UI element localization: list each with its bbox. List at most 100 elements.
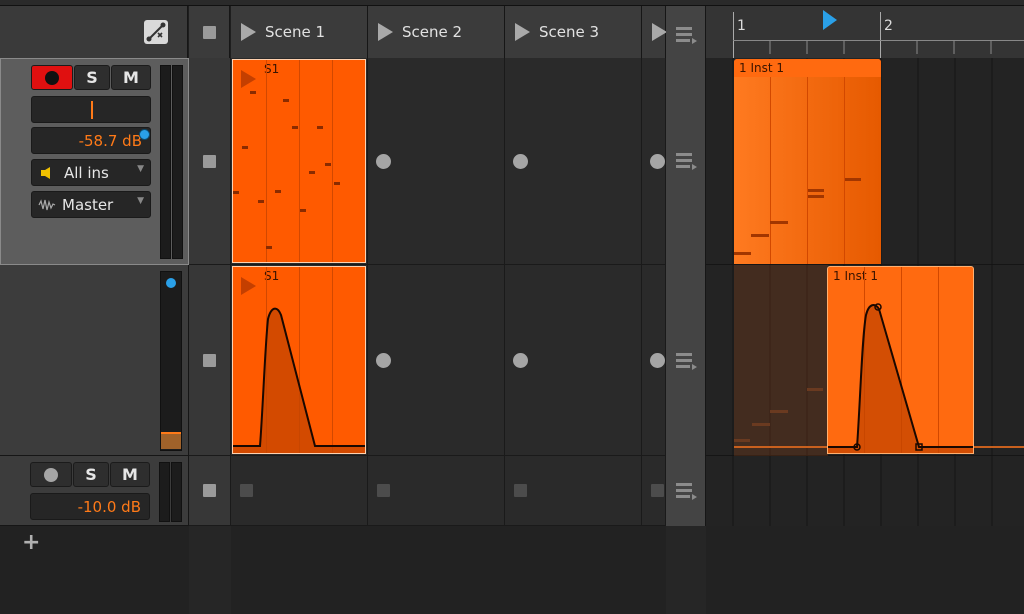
output-label: Master [62,195,114,214]
record-slot-icon[interactable] [650,154,665,169]
launcher-clip-notes[interactable]: S1 [232,59,366,263]
clip-slot[interactable] [368,456,505,526]
ghost-note [752,423,770,426]
midi-note [233,191,239,194]
ruler-ticks [769,40,992,54]
midi-note [275,190,281,193]
scene-label: Scene 3 [539,23,600,41]
clip-name: 1 Inst 1 [739,61,784,75]
stop-all-icon[interactable] [203,26,216,39]
list-icon[interactable] [676,26,698,44]
stop-icon[interactable] [203,155,216,168]
solo-button[interactable]: S [73,462,109,487]
record-arm-button[interactable] [31,65,73,90]
record-arm-button[interactable] [30,462,72,487]
clip-slot[interactable] [642,265,666,456]
clip-slot[interactable] [642,456,666,526]
midi-note [266,246,272,249]
stop-cell[interactable] [189,58,231,265]
clip-slot[interactable] [505,456,642,526]
vu-meter-left [159,462,170,522]
empty-slot-icon[interactable] [377,484,390,497]
scene-header-1[interactable]: Scene 1 [231,6,368,58]
record-slot-icon[interactable] [513,154,528,169]
mute-button[interactable]: M [111,65,151,90]
add-track-button[interactable]: + [22,530,40,555]
ghost-clip [734,265,828,456]
stop-icon[interactable] [203,354,216,367]
track-header-corner [0,6,188,58]
stop-cell[interactable] [189,456,231,526]
record-slot-icon[interactable] [650,353,665,368]
arranger-clip-notes[interactable]: 1 Inst 1 [734,59,881,264]
midi-note [242,146,248,149]
play-icon[interactable] [652,23,667,41]
speaker-icon [41,166,50,179]
mixer-column-empty [666,526,706,614]
play-icon[interactable] [378,23,393,41]
beat-line [266,60,267,262]
solo-button[interactable]: S [74,65,110,90]
empty-slot-icon[interactable] [240,484,253,497]
arranger-ruler[interactable]: 1 2 [706,6,1024,58]
output-selector[interactable]: Master ▼ [31,191,151,218]
clip-slot[interactable] [642,58,666,265]
scene-header-3[interactable]: Scene 3 [505,6,642,58]
input-label: All ins [64,163,109,182]
beat-line [332,60,333,262]
clip-slot[interactable] [505,265,642,456]
graph-icon[interactable] [144,20,168,44]
pan-slider[interactable] [31,96,151,123]
record-slot-icon[interactable] [376,353,391,368]
midi-note [325,163,331,166]
record-icon [45,70,59,85]
playhead-marker-icon[interactable] [823,10,837,30]
fader-meter[interactable] [160,271,182,451]
beat-line [844,77,845,264]
record-slot-icon[interactable] [376,154,391,169]
stop-icon[interactable] [203,484,216,497]
midi-note [258,200,264,203]
chevron-down-icon: ▼ [137,196,144,206]
play-icon[interactable] [241,23,256,41]
play-icon[interactable] [241,70,256,88]
clip-slot[interactable] [368,58,505,265]
record-slot-icon[interactable] [513,353,528,368]
scene-label: Scene 1 [265,23,326,41]
ghost-note [770,410,788,413]
clip-slot[interactable] [231,456,368,526]
empty-slot-icon[interactable] [651,484,664,497]
list-icon[interactable] [676,152,698,170]
track-header-3[interactable]: S M -10.0 dB [0,456,189,526]
stop-all-header[interactable] [189,6,230,58]
scene-header-4[interactable] [642,6,667,58]
arranger-clip-automation[interactable]: 1 Inst 1 [827,266,974,454]
scene-header-2[interactable]: Scene 2 [368,6,505,58]
stop-column-empty [189,526,231,614]
midi-note [808,189,824,192]
track-header-2[interactable] [0,265,189,456]
vu-meter-right [171,462,182,522]
clip-slot[interactable] [368,265,505,456]
track-header-1[interactable]: S M -58.7 dB All ins ▼ Master ▼ [0,58,189,265]
clip-slot[interactable] [505,58,642,265]
vu-meter-right [172,65,183,259]
midi-note [734,252,751,255]
vu-meter-left [160,65,171,259]
play-icon[interactable] [515,23,530,41]
list-icon[interactable] [676,352,698,370]
automation-curve [828,303,973,453]
input-selector[interactable]: All ins ▼ [31,159,151,186]
volume-field[interactable]: -58.7 dB [31,127,151,154]
stop-cell[interactable] [189,265,231,456]
pan-center-indicator [91,101,93,119]
volume-field[interactable]: -10.0 dB [30,493,150,520]
launcher-clip-automation[interactable]: S1 [232,266,366,454]
list-icon[interactable] [676,482,698,500]
clip-launcher-mixer-column [666,6,706,526]
mute-button[interactable]: M [110,462,150,487]
empty-track-area[interactable]: + [0,526,1024,614]
automation-curve [233,307,365,453]
arranger-lane-3[interactable] [706,456,1024,526]
empty-slot-icon[interactable] [514,484,527,497]
